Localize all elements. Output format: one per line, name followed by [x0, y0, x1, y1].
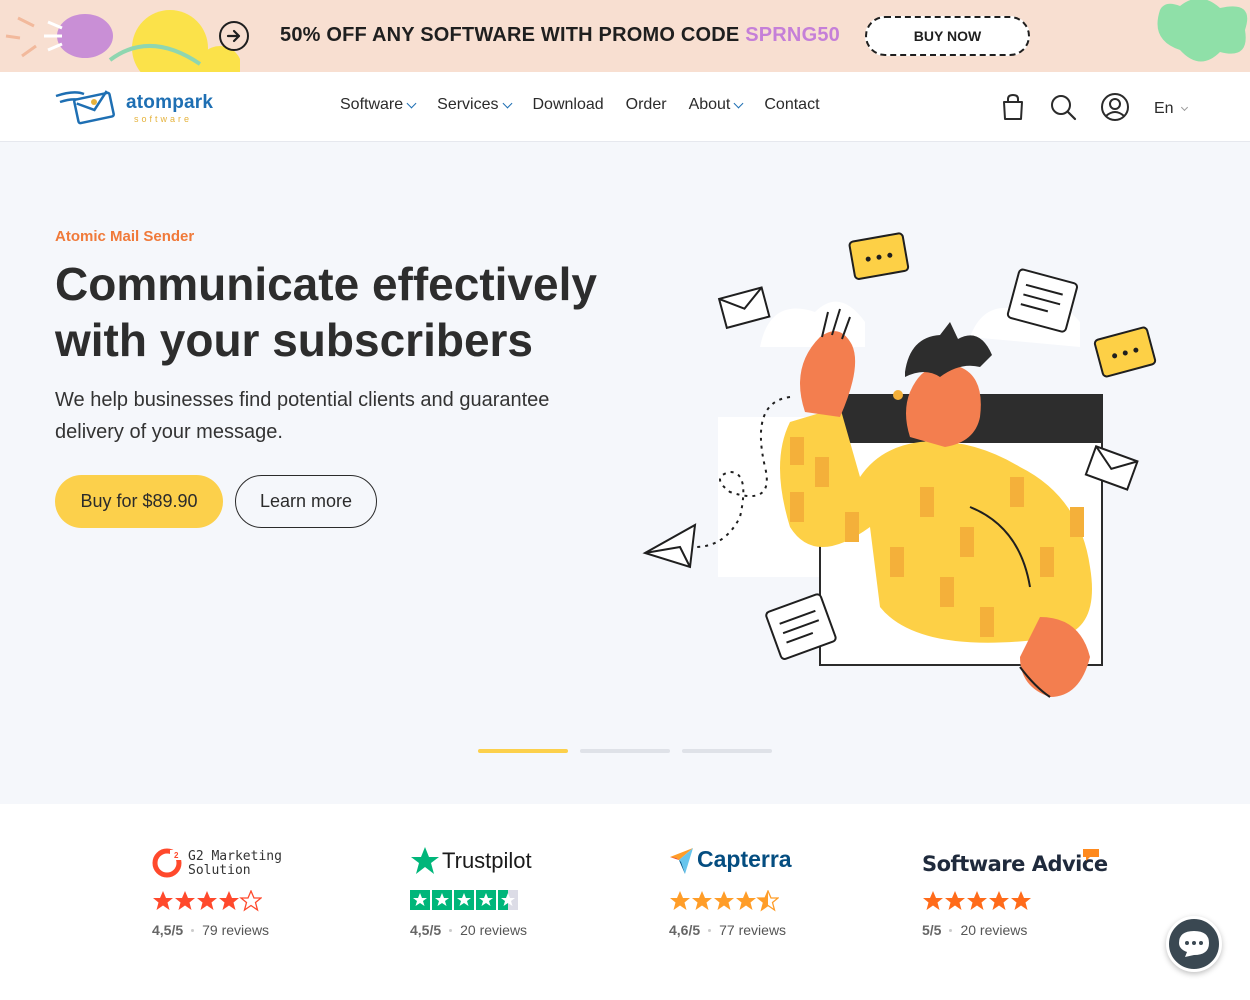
review-count: 79 reviews: [202, 922, 270, 938]
software-advice-logo: Software Advice: [922, 846, 1142, 880]
hero-headline: Communicate effectively with your subscr…: [55, 258, 597, 366]
stars-icon: [670, 890, 779, 912]
trustpilot-logo: Trustpilot: [410, 846, 630, 880]
review-score: 4,5/5: [152, 922, 184, 938]
chevron-down-icon: [502, 98, 512, 108]
language-selector[interactable]: En: [1154, 100, 1188, 118]
atompark-logo[interactable]: atompark software: [54, 86, 224, 130]
nav-label: Download: [532, 96, 604, 113]
slider-indicators: [478, 749, 772, 753]
stars-icon: [923, 891, 1031, 910]
star-rating: [922, 890, 1032, 914]
review-g2[interactable]: 2 G2 Marketing Solution 4,5/5 79 reviews: [152, 846, 372, 946]
nav-label: Order: [625, 96, 667, 113]
nav-label: Software: [340, 96, 404, 113]
search-icon[interactable]: [1048, 92, 1078, 122]
reviews-section: 2 G2 MarketingSolution 4,5/5 79 reviews: [0, 804, 1250, 1000]
g2-label: G2 Marketing Solution: [188, 849, 282, 878]
promo-banner: 50% OFF ANY SOFTWARE WITH PROMO CODE SPR…: [0, 0, 1250, 72]
separator-dot: [949, 928, 953, 932]
promo-code: SPRNG50: [745, 24, 840, 46]
logo-subtitle: software: [134, 114, 193, 124]
star-rating: [410, 890, 518, 914]
chevron-down-icon: [733, 98, 744, 108]
star-rating: [152, 890, 262, 914]
review-count: 20 reviews: [460, 922, 528, 938]
language-label: En: [1154, 100, 1174, 117]
svg-text:2: 2: [174, 851, 179, 860]
capterra-arrow-icon: [670, 848, 693, 874]
review-score: 5/5: [922, 922, 942, 938]
separator-dot: [191, 928, 195, 932]
nav-download[interactable]: Download: [533, 96, 604, 114]
capterra-logo: Capterra: [669, 846, 889, 880]
promo-decoration-left: [5, 10, 240, 72]
slide-dot-1[interactable]: [478, 749, 568, 753]
nav-label: About: [688, 96, 731, 113]
nav-order[interactable]: Order: [626, 96, 667, 114]
nav-about[interactable]: About: [688, 96, 744, 114]
review-software-advice[interactable]: Software Advice 5/5 20 reviews: [922, 846, 1142, 946]
trustpilot-star-icon: [411, 847, 439, 874]
chevron-down-icon: [406, 98, 417, 108]
chat-icon: [1179, 931, 1209, 957]
learn-more-button[interactable]: Learn more: [235, 475, 377, 528]
star-rating: [669, 890, 779, 914]
buy-button[interactable]: Buy for $89.90: [55, 475, 223, 528]
cart-icon[interactable]: [998, 92, 1028, 122]
slide-dot-2[interactable]: [580, 749, 670, 753]
review-count: 77 reviews: [719, 922, 787, 938]
stars-icon: [153, 890, 262, 912]
slide-dot-3[interactable]: [682, 749, 772, 753]
speech-bubble-icon: [1083, 849, 1099, 861]
envelope-logo-icon: [55, 90, 115, 125]
review-trustpilot[interactable]: Trustpilot 4,5/5 20 reviews: [410, 846, 630, 946]
nav-contact[interactable]: Contact: [764, 96, 819, 114]
account-icon[interactable]: [1100, 92, 1130, 122]
review-meta: 5/5 20 reviews: [922, 922, 1027, 938]
g2-icon: 2: [152, 848, 182, 878]
logo-name: atompark: [126, 92, 214, 113]
chat-button[interactable]: [1166, 916, 1222, 972]
nav-software[interactable]: Software: [340, 96, 417, 114]
arrow-right-icon[interactable]: [219, 21, 249, 51]
main-nav: Software Services Download Order About C…: [340, 96, 842, 114]
buy-now-button[interactable]: BUY NOW: [865, 16, 1030, 56]
product-eyebrow[interactable]: Atomic Mail Sender: [55, 228, 194, 245]
review-meta: 4,5/5 79 reviews: [152, 922, 269, 938]
chevron-down-icon: [1180, 103, 1188, 111]
promo-text: 50% OFF ANY SOFTWARE WITH PROMO CODE SPR…: [280, 24, 840, 46]
hero-illustration: [642, 232, 1157, 698]
hero-section: Atomic Mail Sender Communicate effective…: [0, 142, 1250, 804]
hero-subtext: We help businesses find potential client…: [55, 389, 550, 443]
review-capterra[interactable]: Capterra 4,6/5 77 reviews: [669, 846, 889, 946]
review-count: 20 reviews: [960, 922, 1028, 938]
review-meta: 4,6/5 77 reviews: [669, 922, 786, 938]
separator-dot: [708, 928, 712, 932]
g2-logo: 2 G2 Marketing Solution: [152, 846, 372, 880]
promo-decoration-right: [1157, 0, 1248, 62]
review-meta: 4,5/5 20 reviews: [410, 922, 527, 938]
separator-dot: [449, 928, 453, 932]
capterra-label: Capterra: [697, 846, 792, 872]
stars-icon: [410, 890, 518, 910]
software-advice-label: Software Advice: [922, 852, 1108, 876]
review-score: 4,6/5: [669, 922, 701, 938]
review-score: 4,5/5: [410, 922, 442, 938]
nav-label: Services: [437, 96, 499, 113]
site-header: atompark software Software Services Down…: [0, 72, 1250, 142]
nav-label: Contact: [764, 96, 820, 113]
trustpilot-label: Trustpilot: [442, 848, 532, 873]
nav-services[interactable]: Services: [437, 96, 512, 114]
